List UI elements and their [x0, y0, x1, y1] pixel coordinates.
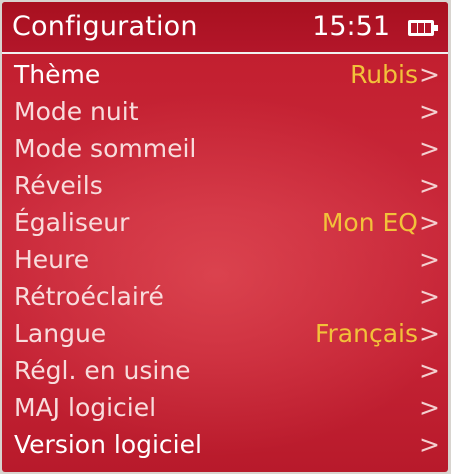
menu-item-language[interactable]: Langue Français > [2, 317, 448, 354]
menu-item-sleep-mode[interactable]: Mode sommeil > [2, 132, 448, 169]
menu-item-label: Réveils [14, 171, 103, 200]
chevron-right-icon: > [419, 430, 440, 459]
chevron-right-icon: > [419, 60, 440, 89]
chevron-right-icon: > [419, 393, 440, 422]
chevron-right-icon: > [419, 171, 440, 200]
battery-body [408, 20, 434, 36]
chevron-right-icon: > [419, 319, 440, 348]
chevron-right-icon: > [419, 208, 440, 237]
menu-item-alarms[interactable]: Réveils > [2, 169, 448, 206]
menu-item-label: Mode sommeil [14, 134, 197, 163]
menu-item-label: Heure [14, 245, 90, 274]
chevron-right-icon: > [419, 356, 440, 385]
menu-item-value: Rubis [350, 60, 418, 89]
device-screen: Configuration 15:51 Thème Rubis > Mode n… [2, 2, 448, 472]
battery-icon [408, 20, 438, 36]
battery-tip [434, 25, 438, 31]
menu-item-factory-reset[interactable]: Régl. en usine > [2, 354, 448, 391]
menu-item-equalizer[interactable]: Égaliseur Mon EQ > [2, 206, 448, 243]
menu-item-backlight[interactable]: Rétroéclairé > [2, 280, 448, 317]
menu-item-label: Mode nuit [14, 97, 139, 126]
battery-segment [418, 23, 424, 33]
header-bar: Configuration 15:51 [2, 2, 448, 54]
menu-item-time[interactable]: Heure > [2, 243, 448, 280]
menu-item-label: Version logiciel [14, 430, 202, 459]
menu-item-label: Égaliseur [14, 208, 130, 237]
menu-item-value: Français [314, 319, 418, 348]
menu-item-label: Thème [14, 60, 101, 89]
menu-item-label: Rétroéclairé [14, 282, 164, 311]
menu-item-night-mode[interactable]: Mode nuit > [2, 95, 448, 132]
chevron-right-icon: > [419, 97, 440, 126]
screen-title: Configuration [12, 11, 198, 42]
menu-item-software-version[interactable]: Version logiciel > [2, 428, 448, 465]
battery-segment [411, 23, 417, 33]
menu-item-value: Mon EQ [321, 208, 418, 237]
menu-item-software-update[interactable]: MAJ logiciel > [2, 391, 448, 428]
menu-item-label: MAJ logiciel [14, 393, 157, 422]
chevron-right-icon: > [419, 134, 440, 163]
menu-item-theme[interactable]: Thème Rubis > [2, 58, 448, 95]
clock-time: 15:51 [312, 11, 390, 42]
chevron-right-icon: > [419, 282, 440, 311]
menu-item-label: Langue [14, 319, 107, 348]
battery-segment [425, 23, 431, 33]
chevron-right-icon: > [419, 245, 440, 274]
settings-menu: Thème Rubis > Mode nuit > Mode sommeil >… [2, 58, 448, 465]
menu-item-label: Régl. en usine [14, 356, 191, 385]
